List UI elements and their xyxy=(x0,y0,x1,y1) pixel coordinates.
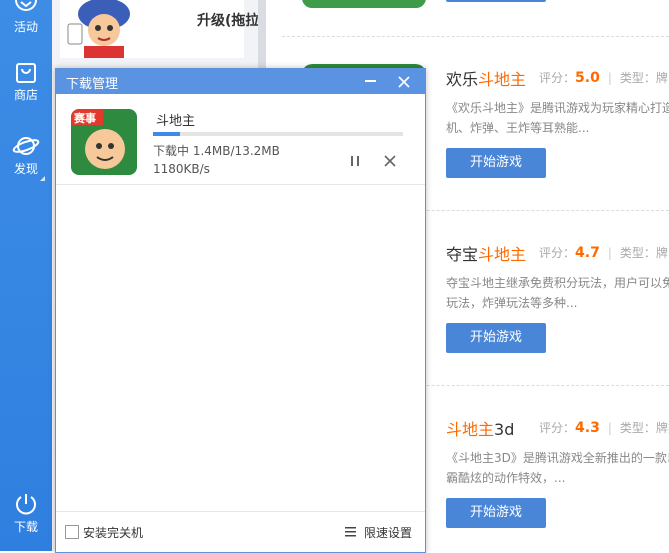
game-description: 夺宝斗地主继承免费积分玩法，用户可以免 玩法，炸弹玩法等多种... xyxy=(446,276,669,310)
start-game-button[interactable]: 开始游戏 xyxy=(446,498,546,528)
dialog-footer: 安装完关机 限速设置 xyxy=(56,511,425,552)
power-icon xyxy=(16,494,36,515)
game-title: 斗地主3d xyxy=(446,420,515,439)
score-value: 4.7 xyxy=(575,245,600,261)
game-meta: 评分：4.7 | 类型：牌 xyxy=(539,245,668,261)
type-label: 类型：牌 xyxy=(619,246,668,260)
nav-item-download[interactable]: 下载 xyxy=(0,492,52,535)
pause-icon[interactable] xyxy=(348,154,362,168)
score-label: 评分： xyxy=(539,71,576,85)
download-progress-bar xyxy=(153,132,403,136)
menu-icon[interactable] xyxy=(345,526,356,537)
score-value: 4.3 xyxy=(575,420,600,436)
speed-limit-settings-link[interactable]: 限速设置 xyxy=(364,524,412,541)
download-progress-fill xyxy=(153,132,180,136)
nav-expand-caret-icon xyxy=(40,176,45,181)
nav-item-discover[interactable]: 发现 xyxy=(0,134,52,177)
nav-label-download: 下载 xyxy=(13,520,38,534)
download-size: 1.4MB/13.2MB xyxy=(192,144,280,158)
score-label: 评分： xyxy=(539,246,576,260)
nav-label-activity: 活动 xyxy=(13,20,38,34)
nav-label-discover: 发现 xyxy=(13,162,38,176)
nav-item-store[interactable]: 商店 xyxy=(0,62,52,103)
left-nav: 活动 商店 发现 下载 xyxy=(0,0,52,551)
divider xyxy=(282,36,669,37)
dialog-header[interactable]: 下载管理 xyxy=(56,69,425,94)
score-label: 评分： xyxy=(539,421,576,435)
shutdown-after-install-checkbox[interactable] xyxy=(65,525,79,539)
planet-icon xyxy=(12,137,40,155)
activity-icon xyxy=(15,0,37,11)
start-game-button[interactable]: 开始游戏 xyxy=(446,323,546,353)
shutdown-after-install-label: 安装完关机 xyxy=(83,526,144,540)
game-meta: 评分：4.3|类型：牌类 xyxy=(539,419,669,436)
game-description: 《欢乐斗地主》是腾讯游戏为玩家精心打造 机、炸弹、王炸等耳熟能... xyxy=(446,101,669,135)
game-icon: 赛事 xyxy=(71,109,137,175)
close-icon[interactable] xyxy=(395,73,413,91)
dialog-title: 下载管理 xyxy=(66,77,119,92)
start-game-button[interactable]: 开始游戏 xyxy=(446,148,546,178)
game-title: 夺宝斗地主 xyxy=(446,245,527,264)
game-meta: 评分：5.0 | 类型：牌 xyxy=(539,70,668,86)
download-item-name: 斗地主 xyxy=(156,114,196,129)
cancel-download-icon[interactable] xyxy=(382,153,398,169)
type-label: 类型：牌 xyxy=(619,71,668,85)
type-label: 类型：牌类 xyxy=(619,421,669,435)
status-text: 下载中 xyxy=(153,144,190,158)
download-status: 下载中 1.4MB/13.2MB 1180KB/s xyxy=(153,142,280,178)
store-icon xyxy=(16,63,36,83)
game-title: 欢乐斗地主 xyxy=(446,70,527,89)
download-speed: 1180KB/s xyxy=(153,162,210,176)
nav-label-store: 商店 xyxy=(13,88,38,102)
download-manager-dialog: 下载管理 赛事 斗地主 下载中 1.4MB/13.2MB 1180KB/s 安装… xyxy=(55,68,426,553)
game-image xyxy=(302,0,426,8)
game-description: 《斗地主3D》是腾讯游戏全新推出的一款以 霸酷炫的动作特效，... xyxy=(446,451,669,485)
minimize-icon[interactable] xyxy=(365,80,376,82)
event-badge: 赛事 xyxy=(74,112,96,125)
score-value: 5.0 xyxy=(575,70,600,86)
start-game-button[interactable] xyxy=(446,0,546,2)
download-item: 赛事 斗地主 下载中 1.4MB/13.2MB 1180KB/s xyxy=(56,94,425,185)
nav-item-activity[interactable]: 活动 xyxy=(0,0,52,35)
game-character-image xyxy=(67,0,130,58)
